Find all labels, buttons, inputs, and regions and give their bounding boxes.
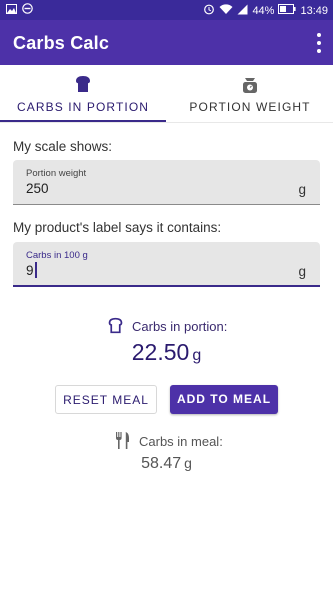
tab-bar: CARBS IN PORTION PORTION WEIGHT xyxy=(0,65,333,123)
carbs-in-portion-unit: g xyxy=(192,347,202,364)
tab-label: CARBS IN PORTION xyxy=(16,100,150,114)
carbs-per-100g-input[interactable]: 9 xyxy=(26,263,266,278)
portion-weight-unit: g xyxy=(298,182,306,197)
carbs-in-meal-label: Carbs in meal: xyxy=(139,434,223,449)
bread-icon xyxy=(108,317,123,334)
carbs-in-meal-unit: g xyxy=(184,455,192,471)
tab-carbs-in-portion[interactable]: CARBS IN PORTION xyxy=(0,65,166,123)
bread-icon xyxy=(76,76,90,92)
carbs-in-meal-row: Carbs in meal: xyxy=(0,432,333,450)
overflow-menu-icon[interactable] xyxy=(315,33,323,53)
alarm-icon xyxy=(203,3,215,18)
carbs-per-100g-label: Carbs in 100 g xyxy=(26,250,88,261)
signal-icon xyxy=(237,4,248,18)
reset-meal-button[interactable]: RESET MEAL xyxy=(55,385,157,414)
status-bar: 44% 13:49 xyxy=(0,0,333,20)
carbs-per-100g-field[interactable]: Carbs in 100 g 9 g xyxy=(13,242,320,287)
tab-label: PORTION WEIGHT xyxy=(189,100,311,114)
carbs-in-meal-value: 58.47 g xyxy=(0,455,333,473)
status-time: 13:49 xyxy=(300,4,328,17)
scale-prompt: My scale shows: xyxy=(13,139,113,154)
wifi-icon xyxy=(219,3,233,18)
image-icon xyxy=(6,3,17,17)
app-bar: Carbs Calc xyxy=(0,20,333,65)
carbs-in-portion-label: Carbs in portion: xyxy=(132,319,228,334)
carbs-in-meal-number: 58.47 xyxy=(141,455,182,472)
text-cursor xyxy=(35,262,37,278)
fork-knife-icon xyxy=(116,432,129,449)
tab-portion-weight[interactable]: PORTION WEIGHT xyxy=(167,65,333,123)
battery-percent: 44% xyxy=(252,4,275,17)
carbs-in-portion-number: 22.50 xyxy=(131,339,190,365)
label-prompt: My product's label says it contains: xyxy=(13,220,222,235)
portion-weight-input[interactable]: 250 xyxy=(26,181,266,196)
scale-icon xyxy=(243,78,257,93)
tab-indicator xyxy=(0,120,166,122)
carbs-in-portion-row: Carbs in portion: xyxy=(0,317,333,336)
battery-icon xyxy=(278,4,297,17)
add-to-meal-button[interactable]: ADD TO MEAL xyxy=(170,385,278,414)
carbs-per-100g-unit: g xyxy=(298,264,306,279)
portion-weight-label: Portion weight xyxy=(26,168,87,179)
carbs-in-portion-value: 22.50 g xyxy=(0,339,333,366)
app-title: Carbs Calc xyxy=(13,33,110,53)
portion-weight-field[interactable]: Portion weight 250 g xyxy=(13,160,320,205)
do-not-disturb-icon xyxy=(22,3,33,17)
